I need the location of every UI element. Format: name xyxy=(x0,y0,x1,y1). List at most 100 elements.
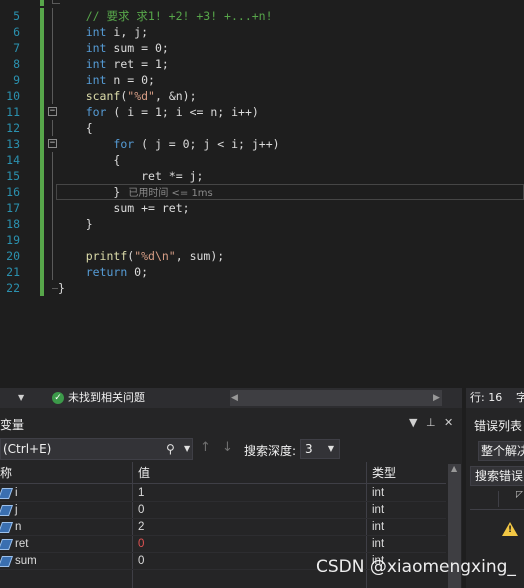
error-list-title[interactable]: 错误列表 xyxy=(474,417,522,434)
outline-guide xyxy=(52,40,53,56)
sort-icon[interactable]: ◸ xyxy=(516,490,523,500)
search-icon[interactable]: ⚲ xyxy=(166,439,175,459)
code-line[interactable]: 14 { xyxy=(0,152,524,168)
error-search-placeholder: 搜索错误 xyxy=(475,469,524,483)
change-marker xyxy=(40,72,44,88)
change-marker xyxy=(40,216,44,232)
line-number: 7 xyxy=(13,41,20,55)
variable-type: int xyxy=(372,521,385,533)
change-marker xyxy=(40,232,44,248)
string-token: "%d" xyxy=(127,89,155,103)
change-marker xyxy=(40,168,44,184)
line-number: 12 xyxy=(6,121,20,135)
collapse-icon[interactable]: − xyxy=(48,107,57,116)
code-line[interactable]: 19 xyxy=(0,232,524,248)
code-line[interactable]: 20 printf("%d\n", sum); xyxy=(0,248,524,264)
code-line[interactable]: 16 } 已用时间 <= 1ms xyxy=(0,184,524,200)
change-marker xyxy=(40,88,44,104)
code-token: sum += ret; xyxy=(113,201,190,215)
variable-value[interactable]: 0 xyxy=(138,553,144,570)
variable-value[interactable]: 1 xyxy=(138,485,144,502)
code-line[interactable]: 21 return 0; xyxy=(0,264,524,280)
scroll-right-icon[interactable]: ▶ xyxy=(433,388,440,408)
keyword-token: for xyxy=(113,137,135,151)
code-line[interactable]: 12 { xyxy=(0,120,524,136)
error-search-input[interactable]: 搜索错误 xyxy=(470,466,524,486)
variable-value[interactable]: 2 xyxy=(138,519,144,536)
line-number: 13 xyxy=(6,137,20,151)
chevron-down-icon: ▼ xyxy=(327,444,334,453)
zoom-dropdown-arrow-icon[interactable]: ▼ xyxy=(18,388,24,408)
search-depth-select[interactable]: 3 ▼ xyxy=(300,439,340,459)
table-row[interactable]: n 2 int xyxy=(0,519,446,536)
function-token: scanf xyxy=(85,89,121,103)
search-previous-icon[interactable]: ↑ xyxy=(200,440,211,455)
code-line[interactable]: 5 // 要求 求1! +2! +3! +...+n! xyxy=(0,8,524,24)
code-token: , sum); xyxy=(175,249,225,263)
line-number: 5 xyxy=(13,9,20,23)
search-depth-label: 搜索深度: xyxy=(244,444,297,458)
code-line[interactable]: 22} xyxy=(0,280,524,296)
change-marker xyxy=(40,136,44,152)
search-next-icon[interactable]: ↓ xyxy=(222,440,233,455)
code-line[interactable]: 13 − for ( j = 0; j < i; j++) xyxy=(0,136,524,152)
code-text: ret *= j; xyxy=(58,168,203,184)
outline-guide xyxy=(52,56,53,72)
code-line[interactable]: 8 int ret = 1; xyxy=(0,56,524,72)
column-header-value[interactable]: 值 xyxy=(138,462,150,484)
error-list-header: ◸ xyxy=(470,488,524,510)
scroll-up-icon[interactable]: ▲ xyxy=(451,464,457,473)
line-number: 6 xyxy=(13,25,20,39)
change-margin xyxy=(40,0,44,6)
panel-dropdown-icon[interactable]: ▼ xyxy=(409,416,417,429)
search-dropdown-icon[interactable]: ▼ xyxy=(184,439,190,459)
code-text: sum += ret; xyxy=(58,200,190,216)
column-header-type[interactable]: 类型 xyxy=(372,462,396,484)
code-line[interactable]: 18 } xyxy=(0,216,524,232)
code-line[interactable]: 11 − for ( i = 1; i <= n; i++) xyxy=(0,104,524,120)
table-row[interactable]: ret 0 int xyxy=(0,536,446,553)
outline-guide xyxy=(52,72,53,88)
close-icon[interactable]: ✕ xyxy=(444,416,453,429)
perf-tip-hint[interactable]: 已用时间 <= 1ms xyxy=(128,188,212,199)
code-token: ret *= j; xyxy=(141,169,204,183)
locals-search-input[interactable]: (Ctrl+E) ⚲ ▼ xyxy=(0,438,193,460)
code-line[interactable]: 10 scanf("%d", &n); xyxy=(0,88,524,104)
collapse-icon[interactable]: − xyxy=(48,139,57,148)
outline-guide xyxy=(52,200,53,216)
column-divider[interactable] xyxy=(498,491,499,507)
scroll-left-icon[interactable]: ◀ xyxy=(231,388,238,408)
code-text: for ( j = 0; j < i; j++) xyxy=(58,136,279,152)
locals-search-placeholder: (Ctrl+E) xyxy=(3,442,52,456)
line-number: 19 xyxy=(6,233,20,247)
horizontal-scrollbar[interactable] xyxy=(230,390,442,406)
code-line[interactable]: 17 sum += ret; xyxy=(0,200,524,216)
table-row[interactable]: i 1 int xyxy=(0,485,446,502)
column-header-name[interactable]: 称 xyxy=(0,462,12,484)
keyword-token: int xyxy=(85,57,107,71)
code-line[interactable]: 15 ret *= j; xyxy=(0,168,524,184)
code-line[interactable]: 7 int sum = 0; xyxy=(0,40,524,56)
code-token: { xyxy=(113,153,121,167)
variable-icon xyxy=(0,505,14,516)
variable-value[interactable]: 0 xyxy=(138,536,144,553)
line-indicator: 行: 16 xyxy=(470,391,503,404)
pin-icon[interactable]: ⊥ xyxy=(426,416,436,429)
table-row[interactable]: j 0 int xyxy=(0,502,446,519)
code-line[interactable]: 6 int i, j; xyxy=(0,24,524,40)
code-editor[interactable]: 5 // 要求 求1! +2! +3! +...+n! 6 int i, j; 7 … xyxy=(0,0,524,388)
code-token: ret = 1; xyxy=(106,57,169,71)
locals-panel-title: 变量 xyxy=(0,418,25,432)
code-text: printf("%d\n", sum); xyxy=(58,248,225,264)
line-number: 20 xyxy=(6,249,20,263)
error-scope-select[interactable]: 整个解决 xyxy=(478,441,524,461)
keyword-token: return xyxy=(85,265,128,279)
code-line[interactable]: 9 int n = 0; xyxy=(0,72,524,88)
outline-guide xyxy=(52,168,53,184)
line-number: 15 xyxy=(6,169,20,183)
error-scope-value: 整个解决 xyxy=(481,444,524,458)
variable-value[interactable]: 0 xyxy=(138,502,144,519)
outline-guide xyxy=(52,24,53,40)
issues-status-text[interactable]: 未找到相关问题 xyxy=(68,388,145,408)
outline-guide xyxy=(52,120,53,136)
